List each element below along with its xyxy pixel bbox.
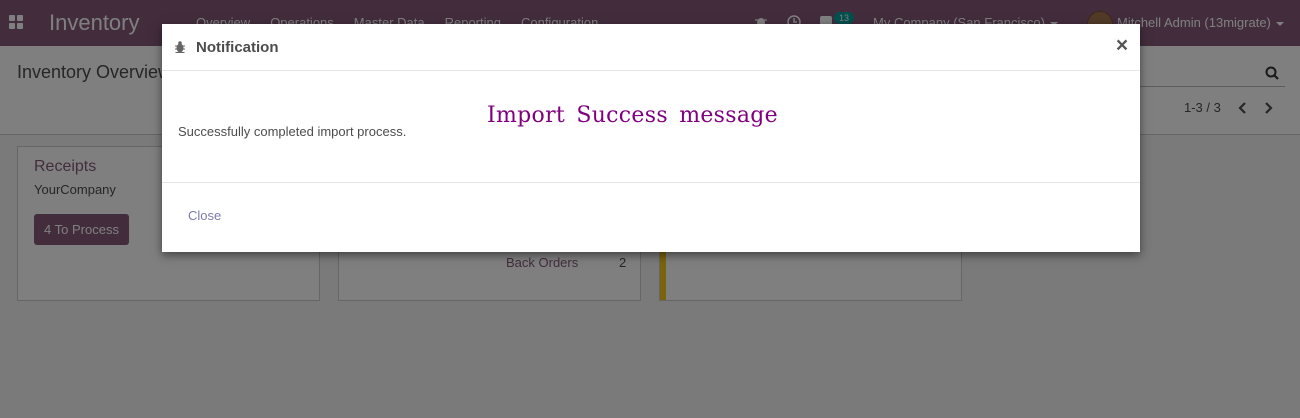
dialog-heading: Import Success message <box>487 103 778 128</box>
notification-dialog: Notification × Successfully completed im… <box>162 24 1140 252</box>
dialog-footer: Close <box>162 184 1140 252</box>
dialog-message: Successfully completed import process. <box>178 124 407 139</box>
dialog-header: Notification × <box>162 24 1140 71</box>
bug-icon <box>175 41 185 53</box>
close-button[interactable]: Close <box>188 208 221 223</box>
dialog-title: Notification <box>196 39 279 56</box>
close-icon[interactable]: × <box>1114 35 1130 56</box>
dialog-body: Successfully completed import process. I… <box>162 72 1140 183</box>
